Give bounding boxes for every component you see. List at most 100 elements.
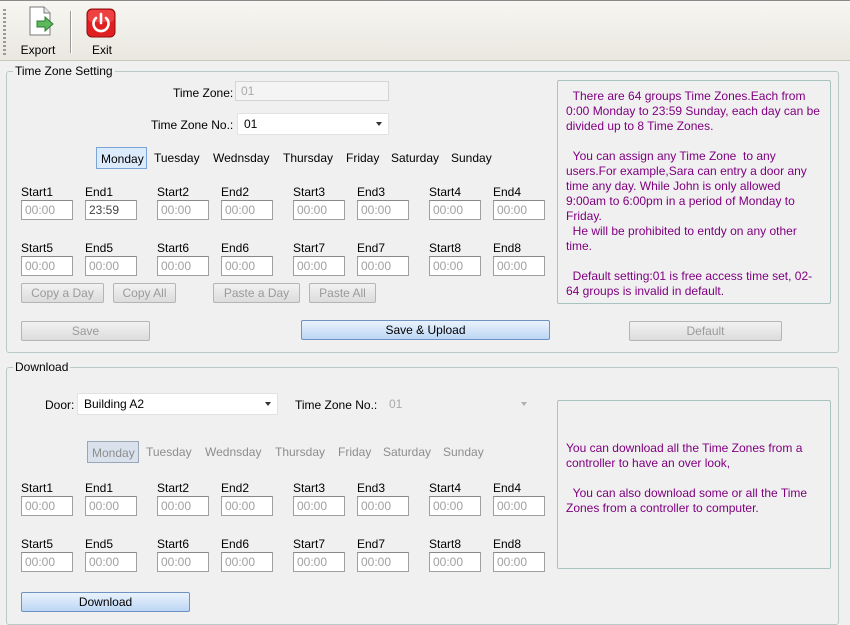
save-button[interactable]: Save	[21, 321, 150, 341]
end1-label: End1	[85, 185, 114, 199]
download-start1-input[interactable]: 00:00	[21, 496, 73, 516]
tab-sunday[interactable]: Sunday	[447, 147, 496, 169]
end3-label: End3	[357, 185, 386, 199]
download-end5-label: End5	[85, 537, 114, 551]
download-start2-input[interactable]: 00:00	[157, 496, 209, 516]
download-tab-tuesday[interactable]: Tuesday	[142, 441, 196, 463]
download-button[interactable]: Download	[21, 592, 190, 612]
download-end8-input[interactable]: 00:00	[493, 552, 545, 572]
copy-day-button[interactable]: Copy a Day	[21, 283, 104, 303]
tz-no-label: Time Zone No.:	[151, 118, 234, 132]
download-end2-label: End2	[221, 481, 250, 495]
download-end4-label: End4	[493, 481, 522, 495]
download-start5-label: Start5	[21, 537, 54, 551]
tab-friday[interactable]: Friday	[342, 147, 383, 169]
start2-label: Start2	[157, 185, 190, 199]
tab-tuesday[interactable]: Tuesday	[150, 147, 204, 169]
download-end6-input[interactable]: 00:00	[221, 552, 273, 572]
end2-input[interactable]: 00:00	[221, 200, 273, 220]
download-end1-label: End1	[85, 481, 114, 495]
download-tab-monday[interactable]: Monday	[87, 441, 139, 463]
start6-input[interactable]: 00:00	[157, 256, 209, 276]
download-tab-friday[interactable]: Friday	[334, 441, 375, 463]
power-icon	[86, 8, 116, 38]
download-tab-thursday[interactable]: Thursday	[271, 441, 329, 463]
download-start8-label: Start8	[429, 537, 462, 551]
door-label: Door:	[45, 398, 75, 412]
download-start4-label: Start4	[429, 481, 462, 495]
download-start1-label: Start1	[21, 481, 54, 495]
chevron-down-icon	[376, 122, 382, 126]
download-end7-label: End7	[357, 537, 386, 551]
start3-label: Start3	[293, 185, 326, 199]
toolbar: Export Exit	[0, 0, 850, 61]
toolbar-separator	[70, 11, 72, 53]
end7-label: End7	[357, 241, 386, 255]
start8-input[interactable]: 00:00	[429, 256, 481, 276]
download-tz-no-label: Time Zone No.:	[295, 398, 378, 412]
download-end1-input[interactable]: 00:00	[85, 496, 137, 516]
download-start2-label: Start2	[157, 481, 190, 495]
start5-input[interactable]: 00:00	[21, 256, 73, 276]
tab-monday[interactable]: Monday	[96, 147, 147, 169]
download-start7-input[interactable]: 00:00	[293, 552, 345, 572]
download-tz-no-select[interactable]: 01	[382, 393, 534, 415]
export-icon	[29, 6, 54, 36]
start5-label: Start5	[21, 241, 54, 255]
download-end2-input[interactable]: 00:00	[221, 496, 273, 516]
exit-button[interactable]: Exit	[77, 5, 127, 59]
end4-label: End4	[493, 185, 522, 199]
end5-label: End5	[85, 241, 114, 255]
download-end5-input[interactable]: 00:00	[85, 552, 137, 572]
door-select[interactable]: Building A2	[77, 393, 278, 415]
tab-saturday[interactable]: Saturday	[387, 147, 443, 169]
paste-all-button[interactable]: Paste All	[309, 283, 376, 303]
start4-label: Start4	[429, 185, 462, 199]
download-end4-input[interactable]: 00:00	[493, 496, 545, 516]
download-tab-wednesday[interactable]: Wednsday	[201, 441, 265, 463]
download-info-panel: You can download all the Time Zones from…	[557, 400, 831, 569]
download-end8-label: End8	[493, 537, 522, 551]
download-end7-input[interactable]: 00:00	[357, 552, 409, 572]
download-end3-input[interactable]: 00:00	[357, 496, 409, 516]
download-start6-label: Start6	[157, 537, 190, 551]
download-start4-input[interactable]: 00:00	[429, 496, 481, 516]
paste-day-button[interactable]: Paste a Day	[213, 283, 300, 303]
download-tab-sunday[interactable]: Sunday	[439, 441, 488, 463]
time-zone-label: Time Zone:	[173, 86, 234, 100]
download-start3-input[interactable]: 00:00	[293, 496, 345, 516]
start4-input[interactable]: 00:00	[429, 200, 481, 220]
tz-no-value: 01	[244, 117, 258, 131]
tz-no-select[interactable]: 01	[237, 113, 389, 135]
start7-input[interactable]: 00:00	[293, 256, 345, 276]
door-value: Building A2	[84, 397, 145, 411]
end7-input[interactable]: 00:00	[357, 256, 409, 276]
copy-all-button[interactable]: Copy All	[113, 283, 176, 303]
end3-input[interactable]: 00:00	[357, 200, 409, 220]
download-start8-input[interactable]: 00:00	[429, 552, 481, 572]
end6-input[interactable]: 00:00	[221, 256, 273, 276]
chevron-down-icon	[521, 402, 527, 406]
end5-input[interactable]: 00:00	[85, 256, 137, 276]
download-start7-label: Start7	[293, 537, 326, 551]
tab-wednesday[interactable]: Wednsday	[209, 147, 273, 169]
end8-input[interactable]: 00:00	[493, 256, 545, 276]
end1-input[interactable]: 23:59	[85, 200, 137, 220]
save-upload-button[interactable]: Save & Upload	[301, 320, 550, 340]
start1-input[interactable]: 00:00	[21, 200, 73, 220]
download-tab-saturday[interactable]: Saturday	[379, 441, 435, 463]
download-end6-label: End6	[221, 537, 250, 551]
time-zone-field[interactable]: 01	[235, 81, 389, 101]
download-start6-input[interactable]: 00:00	[157, 552, 209, 572]
end4-input[interactable]: 00:00	[493, 200, 545, 220]
start6-label: Start6	[157, 241, 190, 255]
download-title: Download	[13, 360, 71, 374]
export-label: Export	[20, 43, 56, 57]
start2-input[interactable]: 00:00	[157, 200, 209, 220]
download-start5-input[interactable]: 00:00	[21, 552, 73, 572]
export-button[interactable]: Export	[13, 5, 63, 59]
start3-input[interactable]: 00:00	[293, 200, 345, 220]
tab-thursday[interactable]: Thursday	[279, 147, 337, 169]
download-start3-label: Start3	[293, 481, 326, 495]
default-button[interactable]: Default	[629, 321, 782, 341]
